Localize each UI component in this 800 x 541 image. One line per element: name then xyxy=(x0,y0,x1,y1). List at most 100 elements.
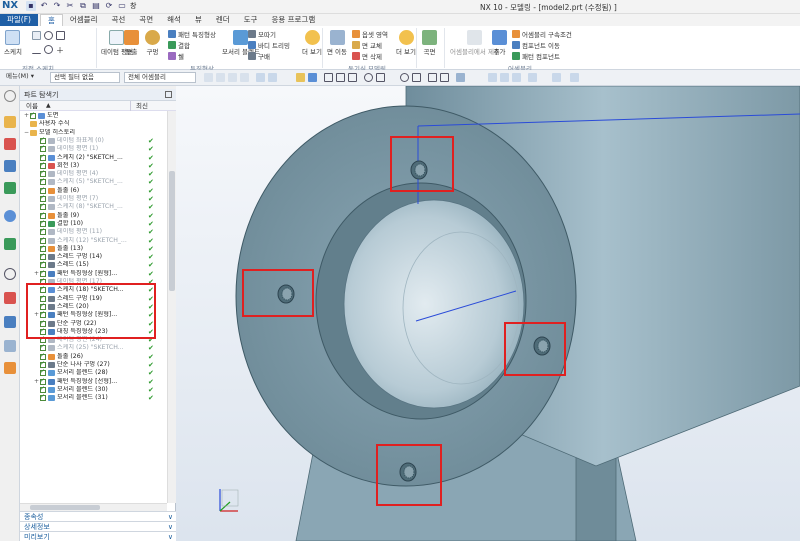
delete-face-button[interactable]: 면 삭제 xyxy=(352,51,382,61)
reuse-library-icon[interactable] xyxy=(4,182,16,194)
refresh-icon[interactable] xyxy=(512,73,521,82)
tree-row[interactable]: + 도면 xyxy=(20,111,167,120)
tree-row[interactable]: 사용자 수식 xyxy=(20,120,167,128)
line-icon[interactable] xyxy=(32,31,41,40)
visibility-checkbox[interactable] xyxy=(30,111,36,119)
constraint-navigator-icon[interactable] xyxy=(4,138,16,150)
visibility-checkbox[interactable] xyxy=(40,136,46,144)
replace-face-button[interactable]: 면 교체 xyxy=(352,40,382,50)
window-icon[interactable]: ▭ xyxy=(117,1,127,11)
rectangle-icon[interactable] xyxy=(56,31,65,40)
horizontal-scrollbar[interactable] xyxy=(20,503,167,511)
shell-button[interactable]: 쉘 xyxy=(168,51,184,61)
vertical-scrollbar[interactable] xyxy=(167,111,176,503)
vertical-scroll-thumb[interactable] xyxy=(169,171,175,291)
move-face-button[interactable]: 면 이동 xyxy=(327,30,347,56)
render-style-icon[interactable] xyxy=(456,73,465,82)
visibility-checkbox[interactable] xyxy=(40,252,46,260)
visibility-checkbox[interactable] xyxy=(40,385,46,393)
clock-icon[interactable] xyxy=(4,268,16,280)
tab-curve[interactable]: 곡선 xyxy=(104,14,132,26)
horizontal-scroll-thumb[interactable] xyxy=(30,505,100,510)
visibility-checkbox[interactable] xyxy=(40,377,46,385)
rotate-icon[interactable] xyxy=(228,73,237,82)
manufacturing-icon[interactable] xyxy=(4,362,16,374)
point-icon[interactable]: ＋ xyxy=(56,45,65,55)
circle-icon[interactable] xyxy=(44,31,53,40)
more-sync-button[interactable]: 더 보기 xyxy=(396,30,416,56)
visibility-checkbox[interactable] xyxy=(40,227,46,235)
part-navigator-icon[interactable] xyxy=(4,160,16,172)
view-section-icon[interactable] xyxy=(500,73,509,82)
more-feature-button[interactable]: 더 보기 xyxy=(302,30,322,56)
end-point-icon[interactable] xyxy=(336,73,345,82)
save-icon[interactable]: ▪ xyxy=(26,1,36,11)
chamfer-button[interactable]: 모따기 xyxy=(248,29,276,39)
mid-point-icon[interactable] xyxy=(348,73,357,82)
type-filter-select[interactable]: 선택 필터 없음 xyxy=(50,72,120,83)
fit-icon[interactable] xyxy=(256,73,265,82)
point-on-curve-icon[interactable] xyxy=(440,73,449,82)
expand-toggle-icon[interactable]: + xyxy=(24,112,29,120)
column-latest[interactable]: 최신 xyxy=(136,101,148,111)
visibility-checkbox[interactable] xyxy=(40,219,46,227)
visibility-checkbox[interactable] xyxy=(40,177,46,186)
menu-button[interactable]: 메뉴(M) ▾ xyxy=(3,72,43,83)
ellipse-icon[interactable] xyxy=(44,45,53,54)
gear-icon[interactable] xyxy=(4,90,16,102)
column-name[interactable]: 이름 xyxy=(26,101,38,111)
maximize-icon[interactable] xyxy=(165,91,172,98)
component-move-button[interactable]: 컴포넌트 이동 xyxy=(512,40,560,50)
visibility-checkbox[interactable] xyxy=(40,194,46,202)
visibility-checkbox[interactable] xyxy=(40,202,46,211)
line-snap-icon[interactable] xyxy=(324,73,333,82)
history-icon[interactable] xyxy=(4,238,16,250)
tab-surface[interactable]: 곡면 xyxy=(132,14,160,26)
tab-render[interactable]: 렌더 xyxy=(209,14,237,26)
repeat-icon[interactable]: ⟳ xyxy=(104,1,114,11)
pan-icon[interactable] xyxy=(240,73,249,82)
visibility-checkbox[interactable] xyxy=(40,360,46,368)
visibility-checkbox[interactable] xyxy=(40,153,46,161)
tab-home[interactable]: 홈 xyxy=(39,14,63,26)
arc-icon[interactable] xyxy=(32,45,41,54)
expand-toggle-icon[interactable]: + xyxy=(34,270,39,278)
tab-file[interactable]: 파일(F) xyxy=(0,14,38,26)
visibility-checkbox[interactable] xyxy=(40,269,46,277)
trim-body-button[interactable]: 바디 트리밍 xyxy=(248,40,290,50)
redo-icon[interactable]: ↷ xyxy=(52,1,62,11)
body-select-icon[interactable] xyxy=(308,73,317,82)
tab-tools[interactable]: 도구 xyxy=(237,14,265,26)
show-hide-icon[interactable] xyxy=(552,73,561,82)
zoom-icon[interactable] xyxy=(268,73,277,82)
intersection-icon[interactable] xyxy=(376,73,385,82)
surface-button[interactable]: 곡면 xyxy=(422,30,437,56)
window-menu-label[interactable]: 창 xyxy=(130,1,136,11)
add-button[interactable]: 추가 xyxy=(492,30,507,56)
tab-application[interactable]: 응용 프로그램 xyxy=(264,14,322,26)
center-point-icon[interactable] xyxy=(364,73,373,82)
role-icon[interactable] xyxy=(4,316,16,328)
pattern-feature-button[interactable]: 패턴 특징형상 xyxy=(168,29,216,39)
assembly-navigator-icon[interactable] xyxy=(4,116,16,128)
tab-view[interactable]: 뷰 xyxy=(188,14,209,26)
draft-button[interactable]: 구배 xyxy=(248,51,270,61)
view-orient-icon[interactable] xyxy=(488,73,497,82)
existing-point-icon[interactable] xyxy=(428,73,437,82)
visibility-checkbox[interactable] xyxy=(40,169,46,177)
tab-analysis[interactable]: 해석 xyxy=(160,14,188,26)
visibility-checkbox[interactable] xyxy=(40,211,46,219)
settings-icon[interactable] xyxy=(570,73,579,82)
visibility-checkbox[interactable] xyxy=(40,393,46,401)
paste-icon[interactable]: ▤ xyxy=(91,1,101,11)
pattern-component-button[interactable]: 패턴 컴포넌트 xyxy=(512,51,560,61)
visibility-checkbox[interactable] xyxy=(40,260,46,269)
unite-button[interactable]: 결합 xyxy=(168,40,190,50)
web-browser-icon[interactable] xyxy=(4,210,16,222)
visibility-checkbox[interactable] xyxy=(40,343,46,352)
sort-icon[interactable]: ▲ xyxy=(46,101,51,111)
assembly-constraints-button[interactable]: 어셈블리 구속조건 xyxy=(512,29,572,39)
visibility-checkbox[interactable] xyxy=(40,368,46,377)
visibility-checkbox[interactable] xyxy=(40,244,46,252)
undo-icon[interactable]: ↶ xyxy=(39,1,49,11)
